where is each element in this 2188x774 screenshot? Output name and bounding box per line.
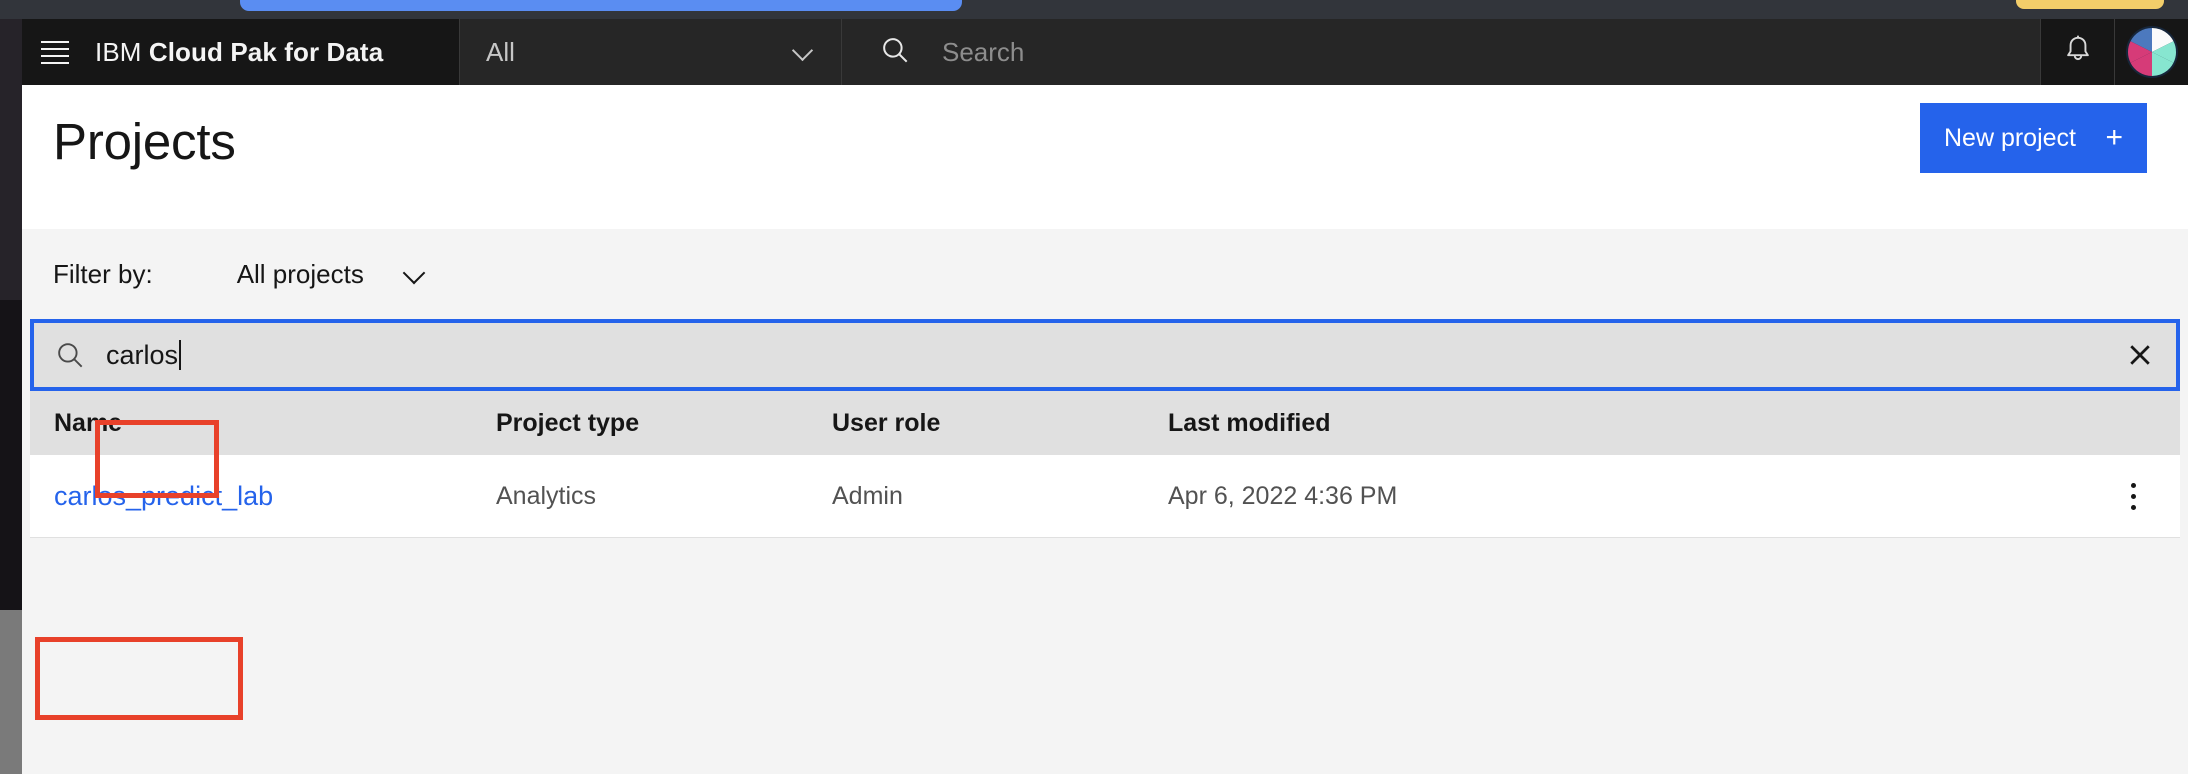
- row-overflow-menu[interactable]: [2086, 482, 2180, 510]
- kebab-menu-icon: [2130, 482, 2136, 510]
- column-header-name[interactable]: Name: [30, 409, 496, 438]
- filter-by-dropdown[interactable]: All projects: [237, 259, 426, 290]
- page-header: Projects New project +: [22, 85, 2188, 229]
- background-tab-yellow[interactable]: [2016, 0, 2164, 9]
- chevron-down-icon: [793, 41, 815, 63]
- column-header-user-role[interactable]: User role: [832, 409, 1168, 438]
- brand-prefix: IBM: [95, 36, 142, 67]
- column-header-project-type[interactable]: Project type: [496, 409, 832, 438]
- table-row[interactable]: carlos_predict_lab Analytics Admin Apr 6…: [30, 455, 2180, 538]
- cell-last-modified: Apr 6, 2022 4:36 PM: [1168, 481, 1398, 510]
- cell-project-type: Analytics: [496, 481, 597, 510]
- global-search[interactable]: Search: [842, 19, 2040, 85]
- filter-bar: Filter by: All projects: [22, 229, 2188, 319]
- search-icon: [878, 33, 912, 72]
- top-navigation-bar: IBM Cloud Pak for Data All Search: [22, 19, 2188, 85]
- product-brand[interactable]: IBM Cloud Pak for Data: [88, 37, 383, 68]
- cell-name: carlos_predict_lab: [30, 481, 496, 512]
- global-search-placeholder: Search: [942, 36, 1025, 67]
- new-project-label: New project: [1944, 123, 2076, 152]
- project-link[interactable]: carlos_predict_lab: [54, 481, 273, 511]
- background-window-left-edge-bottom: [0, 610, 22, 774]
- screen: IBM Cloud Pak for Data All Search Projec…: [0, 0, 2188, 774]
- cell-user-role: Admin: [832, 481, 903, 510]
- bell-icon: [2061, 33, 2095, 72]
- scope-selector-value: All: [486, 36, 515, 67]
- table-header-row: Name Project type User role Last modifie…: [30, 391, 2180, 455]
- text-caret: [179, 339, 182, 370]
- hamburger-menu-icon[interactable]: [22, 19, 88, 85]
- new-project-button[interactable]: New project +: [1920, 103, 2147, 173]
- search-input-text: carlos: [106, 339, 179, 370]
- clear-search-button[interactable]: [2104, 323, 2176, 387]
- nav-icon-group: [2040, 19, 2188, 85]
- avatar: [2125, 26, 2178, 78]
- notifications-button[interactable]: [2040, 19, 2114, 85]
- chevron-down-icon: [404, 263, 426, 285]
- search-icon: [34, 338, 106, 372]
- plus-icon: +: [2105, 121, 2123, 154]
- project-search-field[interactable]: carlos: [30, 319, 2180, 391]
- column-header-last-modified[interactable]: Last modified: [1168, 409, 2086, 438]
- filter-by-label: Filter by:: [53, 258, 153, 289]
- background-tab-blue[interactable]: [240, 0, 962, 11]
- page-title: Projects: [53, 113, 236, 170]
- close-icon: [2130, 345, 2150, 365]
- user-avatar-button[interactable]: [2114, 19, 2188, 85]
- search-input-value[interactable]: carlos: [106, 339, 182, 371]
- brand-name: Cloud Pak for Data: [148, 36, 384, 67]
- app-window: IBM Cloud Pak for Data All Search Projec…: [22, 19, 2188, 774]
- nav-brand-area: IBM Cloud Pak for Data: [22, 19, 460, 85]
- projects-table: Name Project type User role Last modifie…: [30, 391, 2180, 538]
- filter-by-value: All projects: [236, 258, 364, 289]
- scope-selector-all[interactable]: All: [460, 19, 842, 85]
